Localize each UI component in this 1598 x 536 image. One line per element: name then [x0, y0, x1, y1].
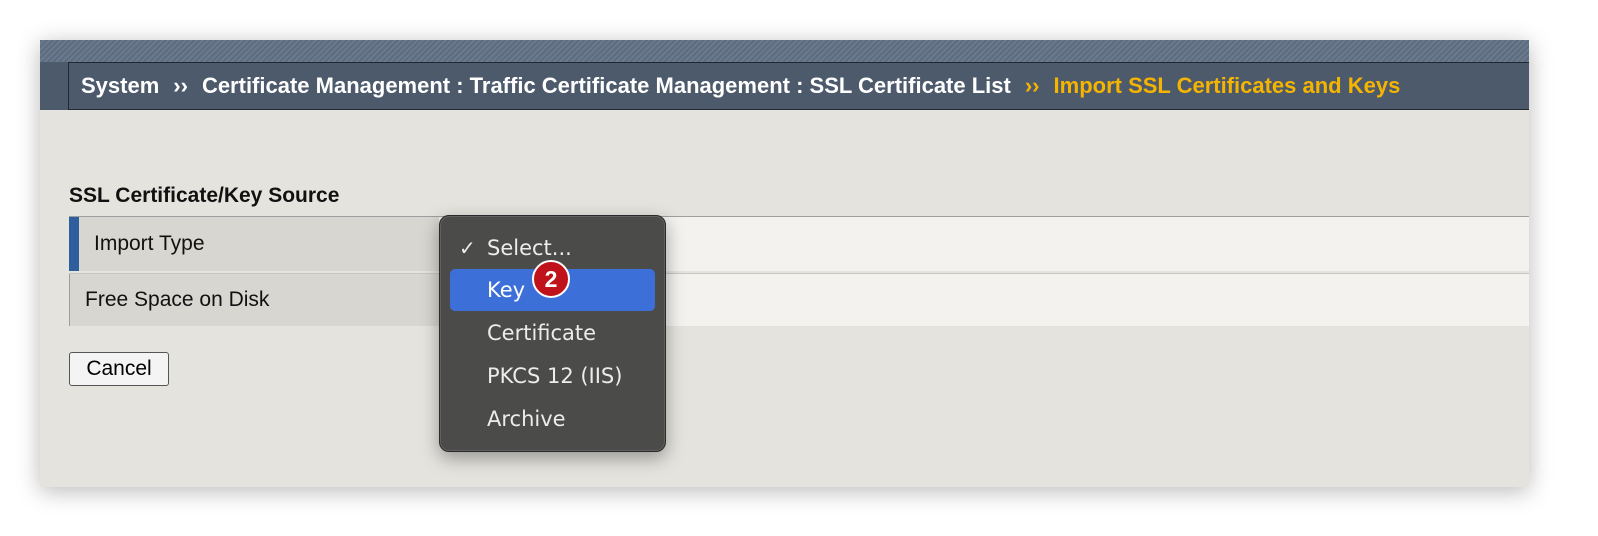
property-row-free-space: Free Space on Disk — [69, 273, 1529, 326]
dropdown-option-certificate[interactable]: Certificate — [450, 312, 655, 354]
dropdown-option-label: PKCS 12 (IIS) — [487, 364, 623, 388]
breadcrumb-separator: ›› — [173, 73, 188, 98]
dropdown-option-label: Key — [487, 278, 526, 302]
breadcrumb-item-system[interactable]: System — [81, 73, 159, 99]
breadcrumb-item-ssl-certificate-list[interactable]: Certificate Management : Traffic Certifi… — [202, 73, 1011, 99]
dropdown-option-archive[interactable]: Archive — [450, 398, 655, 440]
dropdown-option-label: Certificate — [487, 321, 597, 345]
section-title: SSL Certificate/Key Source — [69, 184, 340, 207]
step-number-badge: 2 — [532, 260, 570, 298]
breadcrumb-separator-active: ›› — [1024, 73, 1040, 98]
breadcrumb-current-page: Import SSL Certificates and Keys — [1053, 73, 1401, 98]
property-label: Free Space on Disk — [69, 274, 439, 326]
dropdown-option-pkcs12[interactable]: PKCS 12 (IIS) — [450, 355, 655, 397]
dropdown-option-label: Select... — [487, 236, 572, 260]
window-top-strip — [40, 40, 1529, 62]
header-left-spacer — [40, 62, 68, 110]
property-row-import-type: Import Type — [69, 217, 1529, 271]
property-label: Import Type — [69, 217, 439, 271]
import-type-dropdown-menu: ✓ Select... Key Certificate PKCS 12 (IIS… — [439, 215, 666, 452]
dropdown-option-label: Archive — [487, 407, 566, 431]
checkmark-icon: ✓ — [459, 236, 476, 260]
properties-table: Import Type Free Space on Disk — [69, 216, 1529, 326]
cancel-button[interactable]: Cancel — [69, 352, 169, 386]
breadcrumb: System ›› Certificate Management : Traff… — [68, 62, 1529, 110]
app-window: System ›› Certificate Management : Traff… — [40, 40, 1529, 487]
